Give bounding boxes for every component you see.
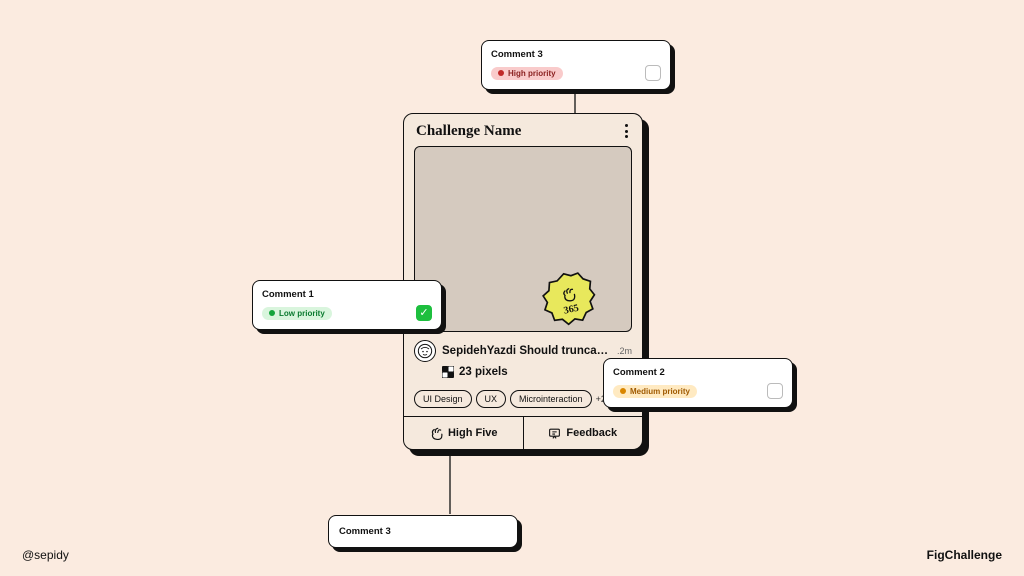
author-avatar[interactable] (414, 340, 436, 362)
priority-pill-medium: Medium priority (613, 385, 697, 398)
annotation-title: Comment 1 (262, 289, 432, 300)
annotation-comment-1[interactable]: Comment 1 Low priority (252, 280, 442, 330)
figma-icon (442, 366, 454, 378)
annotation-comment-3-bottom[interactable]: Comment 3 (328, 515, 518, 548)
priority-dot-icon (269, 310, 275, 316)
priority-label: High priority (508, 69, 556, 78)
priority-label: Medium priority (630, 387, 690, 396)
author-name[interactable]: SepidehYazdi Should truncat… (442, 345, 611, 357)
annotation-comment-2[interactable]: Comment 2 Medium priority (603, 358, 793, 408)
priority-label: Low priority (279, 309, 325, 318)
priority-dot-icon (498, 70, 504, 76)
clap-icon (429, 426, 443, 440)
annotation-title: Comment 3 (491, 49, 661, 60)
priority-pill-high: High priority (491, 67, 563, 80)
card-title: Challenge Name (416, 123, 521, 140)
author-handle: @sepidy (22, 548, 69, 562)
annotation-comment-3-top[interactable]: Comment 3 High priority (481, 40, 671, 90)
annotation-checkbox[interactable] (767, 383, 783, 399)
priority-dot-icon (620, 388, 626, 394)
pixel-count: 23 pixels (459, 366, 508, 378)
posted-time: .2m (617, 346, 632, 356)
challenge-thumbnail[interactable]: 365 (414, 146, 632, 332)
high-five-button[interactable]: High Five (404, 417, 523, 449)
brand-name: FigChallenge (927, 548, 1002, 562)
annotation-title: Comment 2 (613, 367, 783, 378)
annotation-checkbox[interactable] (645, 65, 661, 81)
streak-badge-365: 365 (536, 266, 602, 332)
feedback-label: Feedback (566, 427, 617, 439)
tag-ux[interactable]: UX (476, 390, 507, 408)
annotation-checkbox[interactable] (416, 305, 432, 321)
high-five-label: High Five (448, 427, 498, 439)
annotation-title: Comment 3 (339, 526, 507, 537)
feedback-icon (548, 427, 561, 440)
more-menu-button[interactable] (621, 122, 632, 140)
avatar-face-icon (417, 343, 433, 359)
tag-ui-design[interactable]: UI Design (414, 390, 472, 408)
priority-pill-low: Low priority (262, 307, 332, 320)
tag-microinteraction[interactable]: Microinteraction (510, 390, 592, 408)
feedback-button[interactable]: Feedback (523, 417, 643, 449)
